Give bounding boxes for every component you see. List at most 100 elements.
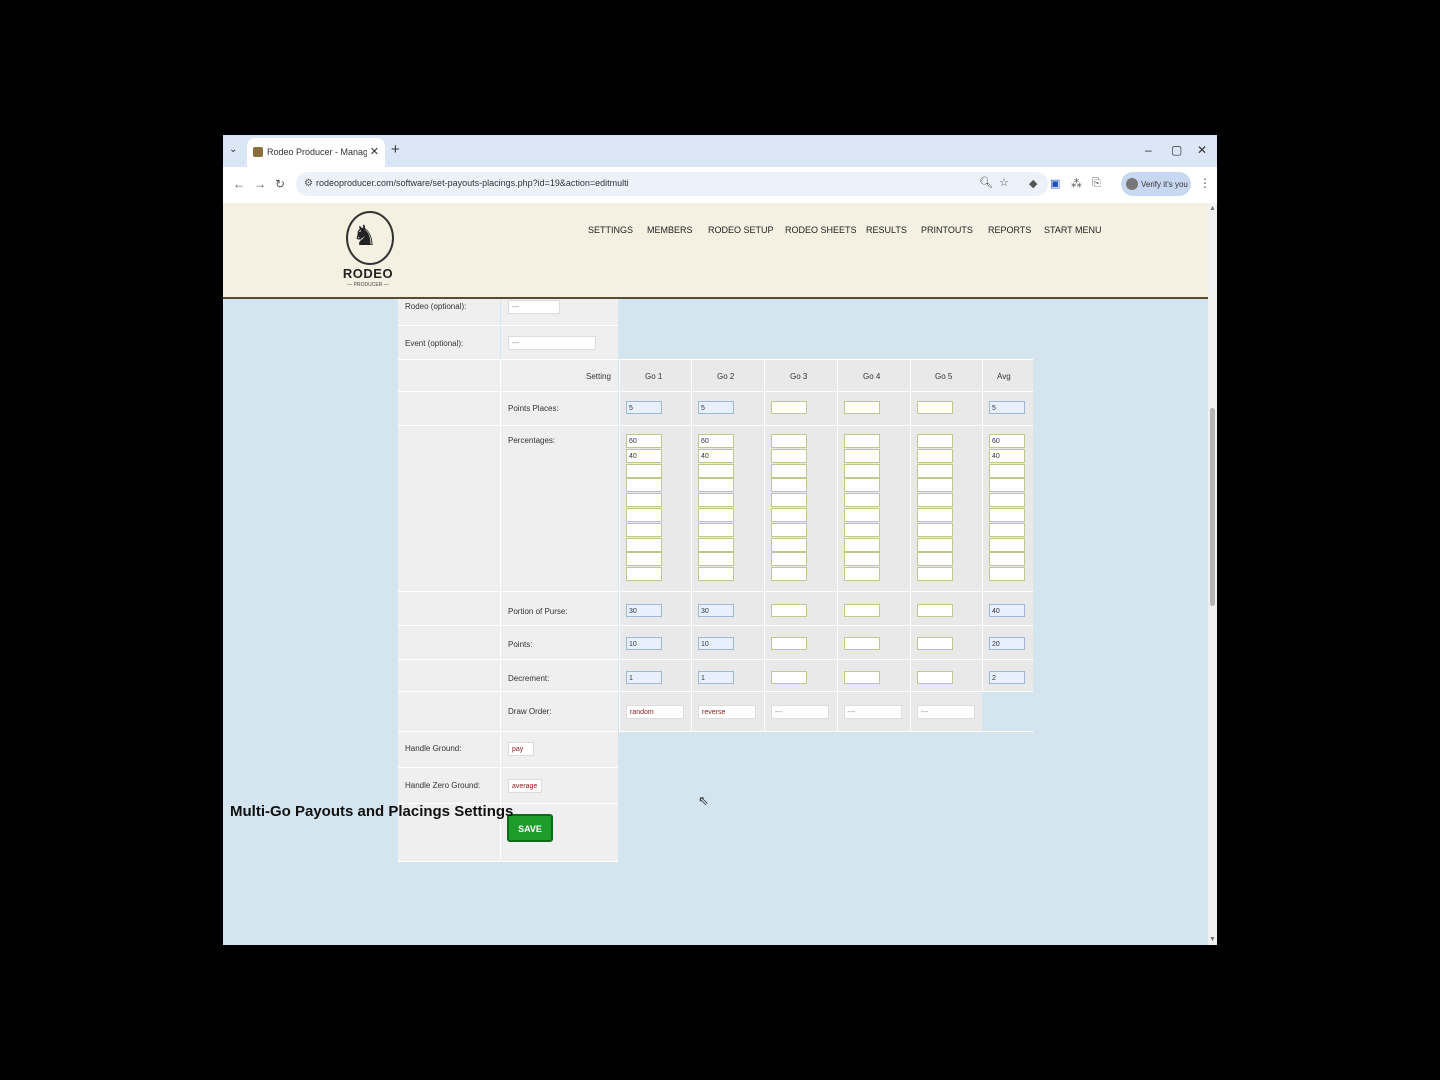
- portion-of-purse-input[interactable]: 40: [989, 604, 1025, 617]
- decrement-input[interactable]: 2: [989, 671, 1025, 684]
- handle-ground-select[interactable]: pay: [508, 742, 534, 756]
- percentage-input[interactable]: [989, 493, 1025, 508]
- points-input[interactable]: 10: [698, 637, 734, 650]
- percentage-input[interactable]: [989, 508, 1025, 522]
- percentage-input[interactable]: [917, 537, 953, 552]
- points-input[interactable]: [771, 637, 807, 650]
- nav-results[interactable]: RESULTS: [866, 225, 907, 235]
- percentage-input[interactable]: [698, 493, 734, 508]
- percentage-input[interactable]: [771, 567, 807, 582]
- percentage-input[interactable]: [844, 522, 880, 537]
- percentage-input[interactable]: [771, 434, 807, 448]
- points-input[interactable]: [844, 637, 880, 650]
- percentage-input[interactable]: [626, 493, 662, 508]
- percentage-input[interactable]: [771, 508, 807, 522]
- percentage-input[interactable]: [989, 478, 1025, 493]
- handle-zero-ground-select[interactable]: average: [508, 779, 542, 793]
- extension-puzzle-icon[interactable]: ⁂: [1071, 177, 1082, 190]
- percentage-input[interactable]: [626, 508, 662, 522]
- site-info-icon[interactable]: ⚙: [304, 178, 313, 189]
- percentage-input[interactable]: [917, 567, 953, 582]
- percentage-input[interactable]: [989, 552, 1025, 567]
- percentage-input[interactable]: [698, 567, 734, 582]
- percentage-input[interactable]: [917, 508, 953, 522]
- decrement-input[interactable]: [844, 671, 880, 684]
- percentage-input[interactable]: 60: [626, 434, 662, 448]
- scroll-down-icon[interactable]: ▼: [1209, 936, 1216, 943]
- url-field[interactable]: ⚙ rodeoproducer.com/software/set-payouts…: [296, 172, 1048, 196]
- reload-icon[interactable]: ↻: [275, 177, 285, 191]
- points-places-input[interactable]: 5: [989, 401, 1025, 414]
- downloads-icon[interactable]: ⎘: [1092, 177, 1101, 190]
- points-places-input[interactable]: [844, 401, 880, 414]
- zoom-icon[interactable]: 🔍︎: [979, 176, 993, 189]
- percentage-input[interactable]: [844, 567, 880, 582]
- portion-of-purse-input[interactable]: [844, 604, 880, 617]
- percentage-input[interactable]: 60: [989, 434, 1025, 448]
- percentage-input[interactable]: [844, 463, 880, 478]
- percentage-input[interactable]: [844, 552, 880, 567]
- percentage-input[interactable]: [698, 522, 734, 537]
- draw-order-select[interactable]: ---: [844, 705, 902, 719]
- rodeo-select[interactable]: ---: [508, 300, 560, 314]
- percentage-input[interactable]: [626, 522, 662, 537]
- percentage-input[interactable]: 60: [698, 434, 734, 448]
- percentage-input[interactable]: 40: [698, 448, 734, 463]
- decrement-input[interactable]: [917, 671, 953, 684]
- points-places-input[interactable]: 5: [698, 401, 734, 414]
- percentage-input[interactable]: 40: [626, 448, 662, 463]
- percentage-input[interactable]: [626, 463, 662, 478]
- percentage-input[interactable]: [771, 463, 807, 478]
- forward-icon[interactable]: →: [254, 177, 266, 191]
- percentage-input[interactable]: [698, 463, 734, 478]
- percentage-input[interactable]: [844, 448, 880, 463]
- portion-of-purse-input[interactable]: [917, 604, 953, 617]
- browser-menu-icon[interactable]: ⋮: [1199, 176, 1211, 190]
- minimize-icon[interactable]: –: [1145, 143, 1152, 157]
- points-input[interactable]: 20: [989, 637, 1025, 650]
- save-button[interactable]: SAVE: [507, 814, 553, 842]
- percentage-input[interactable]: [989, 463, 1025, 478]
- percentage-input[interactable]: [917, 434, 953, 448]
- bookmark-star-icon[interactable]: ☆: [999, 176, 1009, 189]
- points-places-input[interactable]: [771, 401, 807, 414]
- percentage-input[interactable]: [989, 537, 1025, 552]
- portion-of-purse-input[interactable]: 30: [698, 604, 734, 617]
- page-scrollbar[interactable]: ▲ ▼: [1208, 203, 1217, 945]
- percentage-input[interactable]: [917, 493, 953, 508]
- scrollbar-thumb[interactable]: [1210, 408, 1215, 606]
- percentage-input[interactable]: [917, 448, 953, 463]
- nav-reports[interactable]: REPORTS: [988, 225, 1031, 235]
- portion-of-purse-input[interactable]: 30: [626, 604, 662, 617]
- percentage-input[interactable]: [698, 537, 734, 552]
- points-input[interactable]: 10: [626, 637, 662, 650]
- percentage-input[interactable]: [844, 434, 880, 448]
- new-tab-icon[interactable]: +: [391, 141, 400, 158]
- percentage-input[interactable]: [626, 567, 662, 582]
- percentage-input[interactable]: [698, 478, 734, 493]
- percentage-input[interactable]: [917, 552, 953, 567]
- nav-settings[interactable]: SETTINGS: [588, 225, 633, 235]
- extension-m-icon[interactable]: ▣: [1050, 177, 1060, 190]
- portion-of-purse-input[interactable]: [771, 604, 807, 617]
- percentage-input[interactable]: [771, 478, 807, 493]
- maximize-icon[interactable]: ▢: [1171, 143, 1182, 157]
- percentage-input[interactable]: [771, 493, 807, 508]
- percentage-input[interactable]: [771, 522, 807, 537]
- percentage-input[interactable]: [989, 522, 1025, 537]
- percentage-input[interactable]: [844, 537, 880, 552]
- nav-start-menu[interactable]: START MENU: [1044, 225, 1102, 235]
- points-input[interactable]: [917, 637, 953, 650]
- percentage-input[interactable]: [844, 508, 880, 522]
- percentage-input[interactable]: [917, 478, 953, 493]
- nav-rodeo-setup[interactable]: RODEO SETUP: [708, 225, 774, 235]
- percentage-input[interactable]: [917, 463, 953, 478]
- nav-members[interactable]: MEMBERS: [647, 225, 693, 235]
- active-tab[interactable]: Rodeo Producer - Manage Pay ✕: [247, 138, 385, 167]
- percentage-input[interactable]: [771, 537, 807, 552]
- decrement-input[interactable]: 1: [698, 671, 734, 684]
- percentage-input[interactable]: [771, 552, 807, 567]
- points-places-input[interactable]: [917, 401, 953, 414]
- percentage-input[interactable]: [917, 522, 953, 537]
- draw-order-select[interactable]: ---: [771, 705, 829, 719]
